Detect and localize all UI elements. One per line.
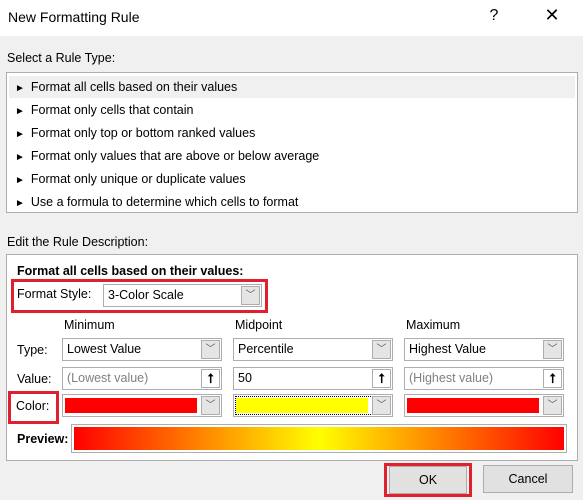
bullet-icon: ► bbox=[15, 83, 25, 94]
color-label: Color: bbox=[16, 399, 50, 413]
range-select-icon[interactable]: ⭡ bbox=[201, 369, 220, 388]
chevron-down-icon[interactable]: ﹀ bbox=[543, 340, 562, 359]
midpoint-type-select[interactable]: Percentile ﹀ bbox=[233, 338, 393, 361]
ok-button[interactable]: OK bbox=[389, 466, 467, 494]
midpoint-value-text: 50 bbox=[238, 371, 252, 385]
rule-type-label: Format only top or bottom ranked values bbox=[30, 126, 256, 140]
rule-type-label: Select a Rule Type: bbox=[7, 51, 116, 65]
range-select-icon[interactable]: ⭡ bbox=[543, 369, 562, 388]
minimum-color-select[interactable]: ﹀ bbox=[62, 394, 222, 417]
rule-type-label: Format all cells based on their values bbox=[30, 80, 238, 94]
rule-type-item[interactable]: ► Format only top or bottom ranked values bbox=[9, 122, 575, 144]
rule-type-label: Use a formula to determine which cells t… bbox=[30, 195, 299, 209]
preview-gradient bbox=[74, 427, 564, 450]
midpoint-color-select[interactable]: ﹀ bbox=[233, 394, 393, 417]
column-midpoint: Midpoint bbox=[235, 318, 283, 332]
type-label: Type: bbox=[17, 343, 48, 357]
minimum-color-swatch bbox=[65, 398, 197, 413]
rule-type-item[interactable]: ► Use a formula to determine which cells … bbox=[9, 191, 575, 213]
rule-type-item[interactable]: ► Format only unique or duplicate values bbox=[9, 168, 575, 190]
chevron-down-icon[interactable]: ﹀ bbox=[201, 396, 220, 415]
dialog-title: New Formatting Rule bbox=[8, 9, 140, 25]
maximum-color-select[interactable]: ﹀ bbox=[404, 394, 564, 417]
maximum-color-swatch bbox=[407, 398, 539, 413]
preview-label: Preview: bbox=[17, 432, 69, 446]
bullet-icon: ► bbox=[15, 152, 25, 163]
midpoint-type-value: Percentile bbox=[238, 342, 294, 356]
rule-type-list[interactable]: ► Format all cells based on their values ►… bbox=[6, 72, 578, 213]
rule-type-item[interactable]: ► Format only values that are above or be… bbox=[9, 145, 575, 167]
rule-type-label: Format only unique or duplicate values bbox=[30, 172, 246, 186]
minimum-value-text: (Lowest value) bbox=[67, 371, 149, 385]
column-maximum: Maximum bbox=[406, 318, 461, 332]
rule-type-label: Format only cells that contain bbox=[30, 103, 194, 117]
chevron-down-icon[interactable]: ﹀ bbox=[372, 396, 391, 415]
maximum-type-select[interactable]: Highest Value ﹀ bbox=[404, 338, 564, 361]
range-select-icon[interactable]: ⭡ bbox=[372, 369, 391, 388]
chevron-down-icon[interactable]: ﹀ bbox=[201, 340, 220, 359]
bullet-icon: ► bbox=[15, 198, 25, 209]
rule-type-label: Format only values that are above or bel… bbox=[30, 149, 320, 163]
chevron-down-icon[interactable]: ﹀ bbox=[543, 396, 562, 415]
rule-type-item[interactable]: ► Format all cells based on their values bbox=[9, 76, 575, 98]
format-style-select[interactable]: 3-Color Scale ﹀ bbox=[103, 284, 262, 307]
minimum-type-select[interactable]: Lowest Value ﹀ bbox=[62, 338, 222, 361]
midpoint-color-swatch bbox=[236, 398, 368, 413]
rule-description-label: Edit the Rule Description: bbox=[7, 235, 149, 249]
help-icon[interactable]: ? bbox=[484, 7, 504, 25]
maximum-value-input[interactable]: (Highest value) ⭡ bbox=[404, 367, 564, 390]
maximum-value-text: (Highest value) bbox=[409, 371, 494, 385]
column-minimum: Minimum bbox=[64, 318, 115, 332]
chevron-down-icon[interactable]: ﹀ bbox=[241, 286, 260, 305]
cancel-button[interactable]: Cancel bbox=[483, 465, 573, 493]
bullet-icon: ► bbox=[15, 175, 25, 186]
format-style-label: Format Style: bbox=[17, 287, 92, 301]
value-label: Value: bbox=[17, 372, 52, 386]
title-bar: New Formatting Rule ? ✕ bbox=[0, 0, 583, 36]
maximum-type-value: Highest Value bbox=[409, 342, 486, 356]
close-icon[interactable]: ✕ bbox=[540, 5, 564, 26]
preview-box bbox=[71, 424, 567, 453]
rule-type-item[interactable]: ► Format only cells that contain bbox=[9, 99, 575, 121]
format-style-value: 3-Color Scale bbox=[108, 288, 184, 302]
midpoint-value-input[interactable]: 50 ⭡ bbox=[233, 367, 393, 390]
rule-description-heading: Format all cells based on their values: bbox=[17, 264, 244, 278]
chevron-down-icon[interactable]: ﹀ bbox=[372, 340, 391, 359]
minimum-value-input[interactable]: (Lowest value) ⭡ bbox=[62, 367, 222, 390]
bullet-icon: ► bbox=[15, 106, 25, 117]
bullet-icon: ► bbox=[15, 129, 25, 140]
minimum-type-value: Lowest Value bbox=[67, 342, 142, 356]
